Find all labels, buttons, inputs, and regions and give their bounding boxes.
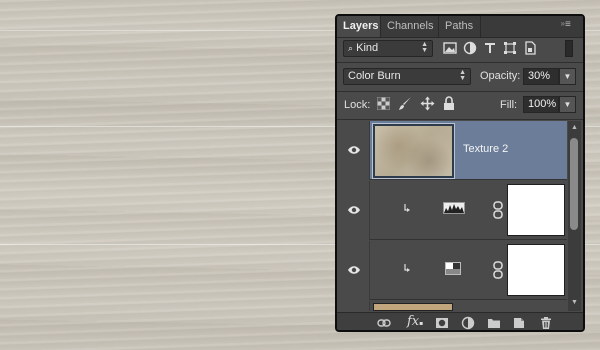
panel-menu-icon[interactable]: ≡: [565, 20, 577, 30]
tab-layers[interactable]: Layers: [337, 16, 381, 37]
lock-brush-icon[interactable]: [398, 96, 413, 111]
texture-thumbnail: [375, 126, 452, 176]
divider: [337, 119, 583, 120]
smart-object-filter-icon[interactable]: [523, 41, 537, 55]
visibility-cell[interactable]: [337, 241, 370, 300]
visibility-cell[interactable]: [337, 121, 370, 180]
visibility-cell[interactable]: [337, 301, 370, 311]
clipping-arrow-icon: [404, 264, 410, 272]
layer-thumbnail-partial: [373, 303, 453, 311]
updown-icon: ▲ ▼: [459, 69, 466, 82]
gradient-map-adjustment-icon: [445, 262, 461, 275]
divider: [337, 91, 583, 92]
fill-input[interactable]: 100%: [523, 96, 559, 113]
updown-icon: ▲ ▼: [421, 41, 428, 54]
scrollbar-thumb[interactable]: [570, 138, 578, 230]
fx-icon[interactable]: fx▪: [407, 314, 427, 330]
link-layers-icon[interactable]: [377, 316, 391, 330]
fill-label: Fill:: [500, 99, 518, 111]
layers-panel: Layers Channels Paths ≡ » ⌕ Kind ▲ ▼ Colo…: [335, 14, 585, 332]
lock-transparency-icon[interactable]: [377, 97, 390, 110]
lock-label: Lock:: [344, 99, 371, 111]
panel-tab-bar: Layers Channels Paths ≡ »: [337, 16, 583, 38]
shape-layer-filter-icon[interactable]: [503, 41, 517, 55]
levels-adjustment-icon: [443, 202, 465, 214]
eye-icon[interactable]: [347, 145, 361, 155]
scroll-down-icon[interactable]: ▼: [570, 299, 579, 307]
layers-scrollbar[interactable]: ▲ ▼: [568, 121, 581, 311]
layer-row-gradient-map[interactable]: [337, 241, 567, 300]
filter-toggle-switch[interactable]: [565, 40, 573, 57]
filter-kind-select[interactable]: ⌕ Kind ▲ ▼: [343, 40, 433, 57]
adjustment-layer-filter-icon[interactable]: [463, 41, 477, 55]
collapse-icon[interactable]: »: [561, 19, 565, 28]
blend-mode-value: Color Burn: [348, 70, 401, 82]
trash-icon[interactable]: [539, 316, 553, 330]
layer-row-levels[interactable]: [337, 181, 567, 240]
clipping-arrow-icon: [404, 204, 410, 212]
divider: [337, 62, 583, 63]
type-layer-filter-icon[interactable]: [483, 41, 497, 55]
pixel-layer-filter-icon[interactable]: [443, 41, 457, 55]
panel-footer: fx▪: [337, 312, 583, 330]
visibility-cell[interactable]: [337, 181, 370, 240]
layer-row-texture-2[interactable]: Texture 2: [337, 121, 567, 180]
opacity-dropdown-button[interactable]: ▼: [559, 68, 576, 85]
new-layer-icon[interactable]: [512, 316, 526, 330]
layer-mask-thumbnail[interactable]: [507, 184, 565, 236]
scroll-up-icon[interactable]: ▲: [570, 124, 579, 132]
opacity-label: Opacity:: [480, 70, 521, 82]
eye-icon[interactable]: [347, 205, 361, 215]
lock-all-icon[interactable]: [443, 96, 455, 111]
link-icon[interactable]: [493, 201, 503, 219]
add-mask-icon[interactable]: [435, 316, 449, 330]
new-adjustment-layer-icon[interactable]: [461, 316, 475, 330]
layer-name[interactable]: Texture 2: [463, 143, 508, 155]
link-icon[interactable]: [493, 261, 503, 279]
tab-channels[interactable]: Channels: [381, 16, 439, 37]
fill-dropdown-button[interactable]: ▼: [559, 96, 576, 113]
layer-mask-thumbnail[interactable]: [507, 244, 565, 296]
layer-row-partial[interactable]: [337, 301, 567, 311]
folder-icon[interactable]: [487, 316, 501, 330]
tab-paths[interactable]: Paths: [439, 16, 481, 37]
search-icon: ⌕: [348, 43, 354, 53]
eye-icon[interactable]: [347, 265, 361, 275]
layers-list: Texture 2: [337, 121, 567, 311]
filter-kind-label: Kind: [356, 42, 379, 54]
layer-thumbnail-frame: [372, 123, 455, 179]
lock-move-icon[interactable]: [420, 96, 435, 111]
opacity-input[interactable]: 30%: [523, 68, 559, 85]
blend-mode-select[interactable]: Color Burn ▲ ▼: [343, 68, 471, 85]
